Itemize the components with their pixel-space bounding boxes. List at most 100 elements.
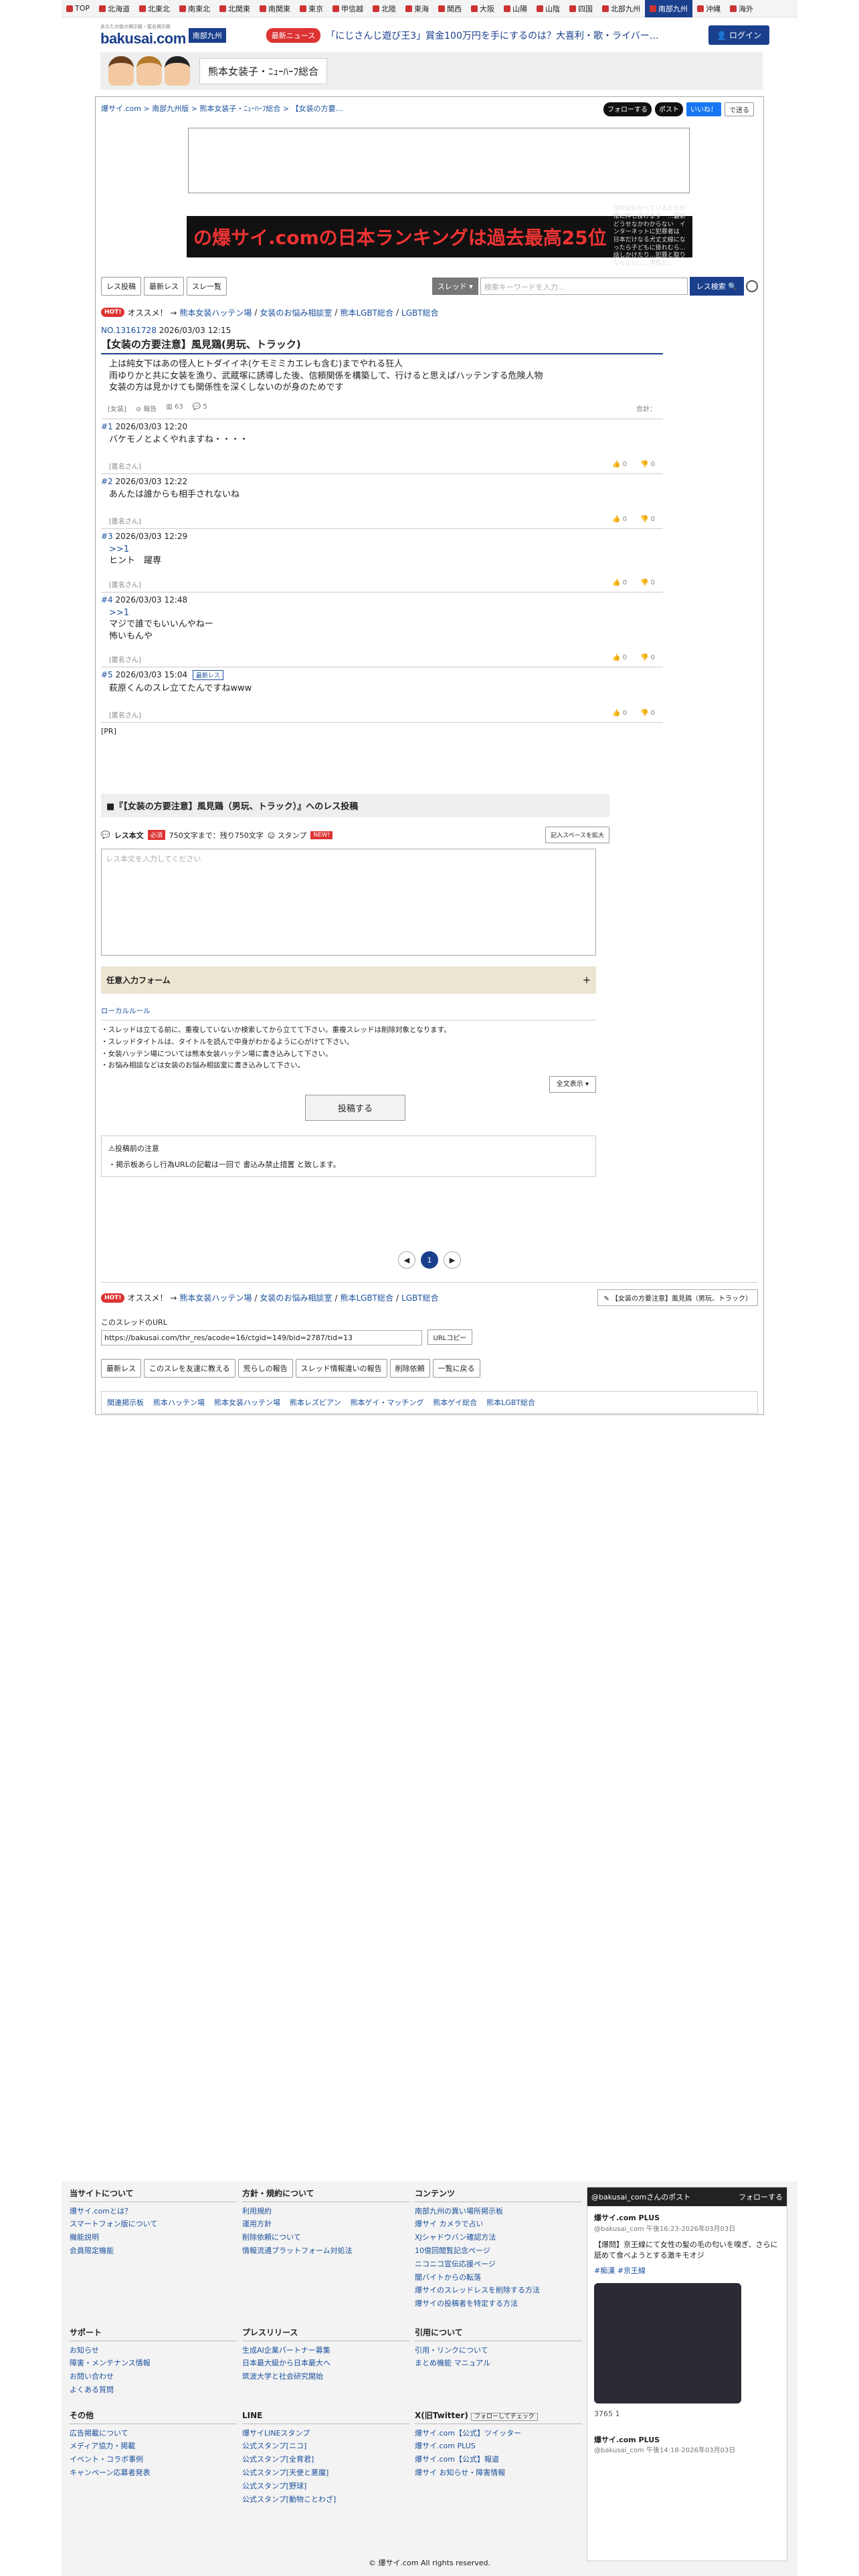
footer-link[interactable]: イベント・コラボ事例	[70, 2453, 237, 2466]
action-button[interactable]: 削除依頼	[389, 1359, 430, 1378]
footer-link[interactable]: 削除依頼について	[242, 2231, 409, 2244]
footer-link[interactable]: スマートフォン版について	[70, 2218, 237, 2231]
region-nav-item[interactable]: 山陰	[532, 0, 565, 17]
footer-link[interactable]: 闇バイトからの転落	[415, 2271, 582, 2284]
x-post[interactable]: 爆サイ.com PLUS @bakusai_com 午後16:23-2026年0…	[587, 2206, 787, 2462]
related-label[interactable]: 関連掲示板	[107, 1397, 144, 1408]
related-link[interactable]: 熊本ゲイ・マッチング	[351, 1397, 424, 1408]
recommend-link[interactable]: 熊本女装ハッテン場	[179, 1292, 252, 1303]
footer-link[interactable]: 爆サイ.com【公式】報道	[415, 2453, 582, 2466]
region-nav-item[interactable]: 海外	[725, 0, 758, 17]
region-nav-item[interactable]: 南部九州	[645, 0, 693, 17]
expand-textarea-button[interactable]: 記入スペースを拡大	[545, 827, 609, 843]
prev-page-button[interactable]: ◀	[398, 1251, 415, 1269]
region-nav-item[interactable]: 山陽	[499, 0, 532, 17]
x-post-button[interactable]: ポスト	[655, 102, 683, 116]
post-number[interactable]: #2	[101, 477, 113, 486]
thread-list-button[interactable]: スレ一覧	[187, 277, 227, 296]
footer-link[interactable]: まとめ機能 マニュアル	[415, 2357, 582, 2370]
region-nav-item[interactable]: 南関東	[255, 0, 295, 17]
footer-link[interactable]: 生成AI企業パートナー募集	[242, 2344, 409, 2357]
footer-link[interactable]: 爆サイの投稿者を特定する方法	[415, 2297, 582, 2311]
thumbs-down-button[interactable]: 👎 0	[640, 710, 655, 720]
mail-share-button[interactable]: で送る	[725, 102, 754, 116]
thumbs-down-button[interactable]: 👎 0	[640, 654, 655, 664]
thumbs-up-button[interactable]: 👍 0	[612, 516, 627, 526]
thread-url-field[interactable]: https://bakusai.com/thr_res/acode=16/ctg…	[101, 1330, 422, 1346]
region-label[interactable]: 南部九州	[188, 27, 226, 43]
submit-button[interactable]: 投稿する	[305, 1095, 405, 1121]
thumbs-down-button[interactable]: 👎 0	[640, 579, 655, 589]
facebook-like-button[interactable]: いいね！	[686, 102, 721, 116]
action-button[interactable]: スレッド情報違いの報告	[295, 1359, 387, 1378]
recommend-link[interactable]: 熊本LGBT総合	[340, 1292, 393, 1303]
related-link[interactable]: 熊本レズビアン	[290, 1397, 341, 1408]
footer-link[interactable]: 爆サイ お知らせ・障害情報	[415, 2466, 582, 2480]
footer-link[interactable]: 公式スタンプ[全育君]	[242, 2453, 409, 2466]
thread-id[interactable]: NO.13161728	[101, 326, 157, 335]
post-reply-button[interactable]: レス投稿	[101, 277, 141, 296]
post-number[interactable]: #4	[101, 595, 113, 605]
recommend-link[interactable]: 熊本女装ハッテン場	[179, 307, 252, 318]
optional-form-toggle[interactable]: 任意入力フォーム ＋	[101, 966, 596, 994]
region-nav-item[interactable]: 沖縄	[692, 0, 725, 17]
next-page-button[interactable]: ▶	[444, 1251, 461, 1269]
footer-link[interactable]: 爆サイ カメラで占い	[415, 2218, 582, 2231]
footer-link[interactable]: 公式スタンプ[天使と悪魔]	[242, 2466, 409, 2480]
region-nav-item[interactable]: 北関東	[215, 0, 255, 17]
post-number[interactable]: #1	[101, 422, 113, 431]
report-link[interactable]: ⊘ 報告	[136, 403, 157, 413]
tweet-thread-button[interactable]: ✎ 【女装の方要注意】風見鶏（男玩、トラック）	[597, 1289, 758, 1306]
recommend-link[interactable]: 女装のお悩み相談室	[260, 1292, 332, 1303]
region-nav-item[interactable]: 大阪	[466, 0, 499, 17]
recommend-link[interactable]: LGBT総合	[401, 307, 439, 318]
thumbs-up-button[interactable]: 👍 0	[612, 461, 627, 471]
region-nav-item[interactable]: 甲信越	[328, 0, 368, 17]
related-link[interactable]: 熊本ハッテン場	[153, 1397, 205, 1408]
recommend-link[interactable]: 女装のお悩み相談室	[260, 307, 332, 318]
region-nav-item[interactable]: 北部九州	[597, 0, 645, 17]
footer-link[interactable]: 南部九州の異い場所掲示板	[415, 2205, 582, 2218]
search-input[interactable]: 検索キーワードを入力...	[480, 278, 688, 295]
footer-link[interactable]: 広告掲載について	[70, 2427, 237, 2440]
thumbs-down-button[interactable]: 👎 0	[640, 461, 655, 471]
reply-textarea[interactable]: レス本文を入力してください	[101, 849, 596, 956]
x-timeline-follow-button[interactable]: フォローする	[739, 2191, 783, 2202]
footer-link[interactable]: 10億回閲覧記念ページ	[415, 2244, 582, 2258]
site-logo[interactable]: あなたの街の掲示板・匿名掲示板 bakusai.com	[100, 23, 186, 47]
region-nav-item[interactable]: 関西	[434, 0, 466, 17]
region-nav-item[interactable]: 東京	[295, 0, 328, 17]
region-nav-item[interactable]: 四国	[565, 0, 597, 17]
footer-link[interactable]: 運用方針	[242, 2218, 409, 2231]
footer-link[interactable]: 公式スタンプ[野球]	[242, 2480, 409, 2493]
region-nav-item[interactable]: 北海道	[94, 0, 134, 17]
stamp-button[interactable]: ☺ スタンプ	[268, 830, 307, 841]
board-title[interactable]: 熊本女装子・ﾆｭｰﾊｰﾌ総合	[199, 58, 328, 84]
recommend-link[interactable]: LGBT総合	[401, 1292, 439, 1303]
footer-link[interactable]: 爆サイ.com【公式】ツイッター	[415, 2427, 582, 2440]
x-follow-check-button[interactable]: フォローしてチェック	[471, 2413, 538, 2421]
footer-link[interactable]: 情報流通プラットフォーム対処法	[242, 2244, 409, 2258]
footer-link[interactable]: 公式スタンプ[ニコ]	[242, 2440, 409, 2453]
x-post-image[interactable]	[594, 2283, 741, 2403]
footer-link[interactable]: お知らせ	[70, 2344, 237, 2357]
x-post-tags[interactable]: #痴漢 #京王線	[594, 2266, 780, 2277]
footer-link[interactable]: 爆サイのスレッドレスを削除する方法	[415, 2284, 582, 2297]
footer-link[interactable]: 会員限定機能	[70, 2244, 237, 2258]
gear-icon[interactable]	[746, 280, 758, 292]
related-link[interactable]: 熊本女装ハッテン場	[214, 1397, 280, 1408]
footer-link[interactable]: 利用規約	[242, 2205, 409, 2218]
show-all-button[interactable]: 全文表示 ▾	[549, 1076, 596, 1093]
search-button[interactable]: レス検索 🔍	[689, 277, 744, 296]
footer-link[interactable]: 引用・リンクについて	[415, 2344, 582, 2357]
region-nav-item[interactable]: 北東北	[134, 0, 175, 17]
thumbs-up-button[interactable]: 👍 0	[612, 710, 627, 720]
footer-link[interactable]: 機能説明	[70, 2231, 237, 2244]
ranking-banner[interactable]: の爆サイ.comの日本ランキングは過去最高25位 住所はわかっているから日常に押…	[187, 205, 692, 267]
footer-link[interactable]: 爆サイ.comとは？	[70, 2205, 237, 2218]
region-nav-item[interactable]: 北陸	[368, 0, 401, 17]
post-number[interactable]: #3	[101, 532, 113, 541]
recommend-link[interactable]: 熊本LGBT総合	[340, 307, 393, 318]
footer-link[interactable]: 障害・メンテナンス情報	[70, 2357, 237, 2370]
search-scope-select[interactable]: スレッド ▾	[432, 278, 478, 295]
